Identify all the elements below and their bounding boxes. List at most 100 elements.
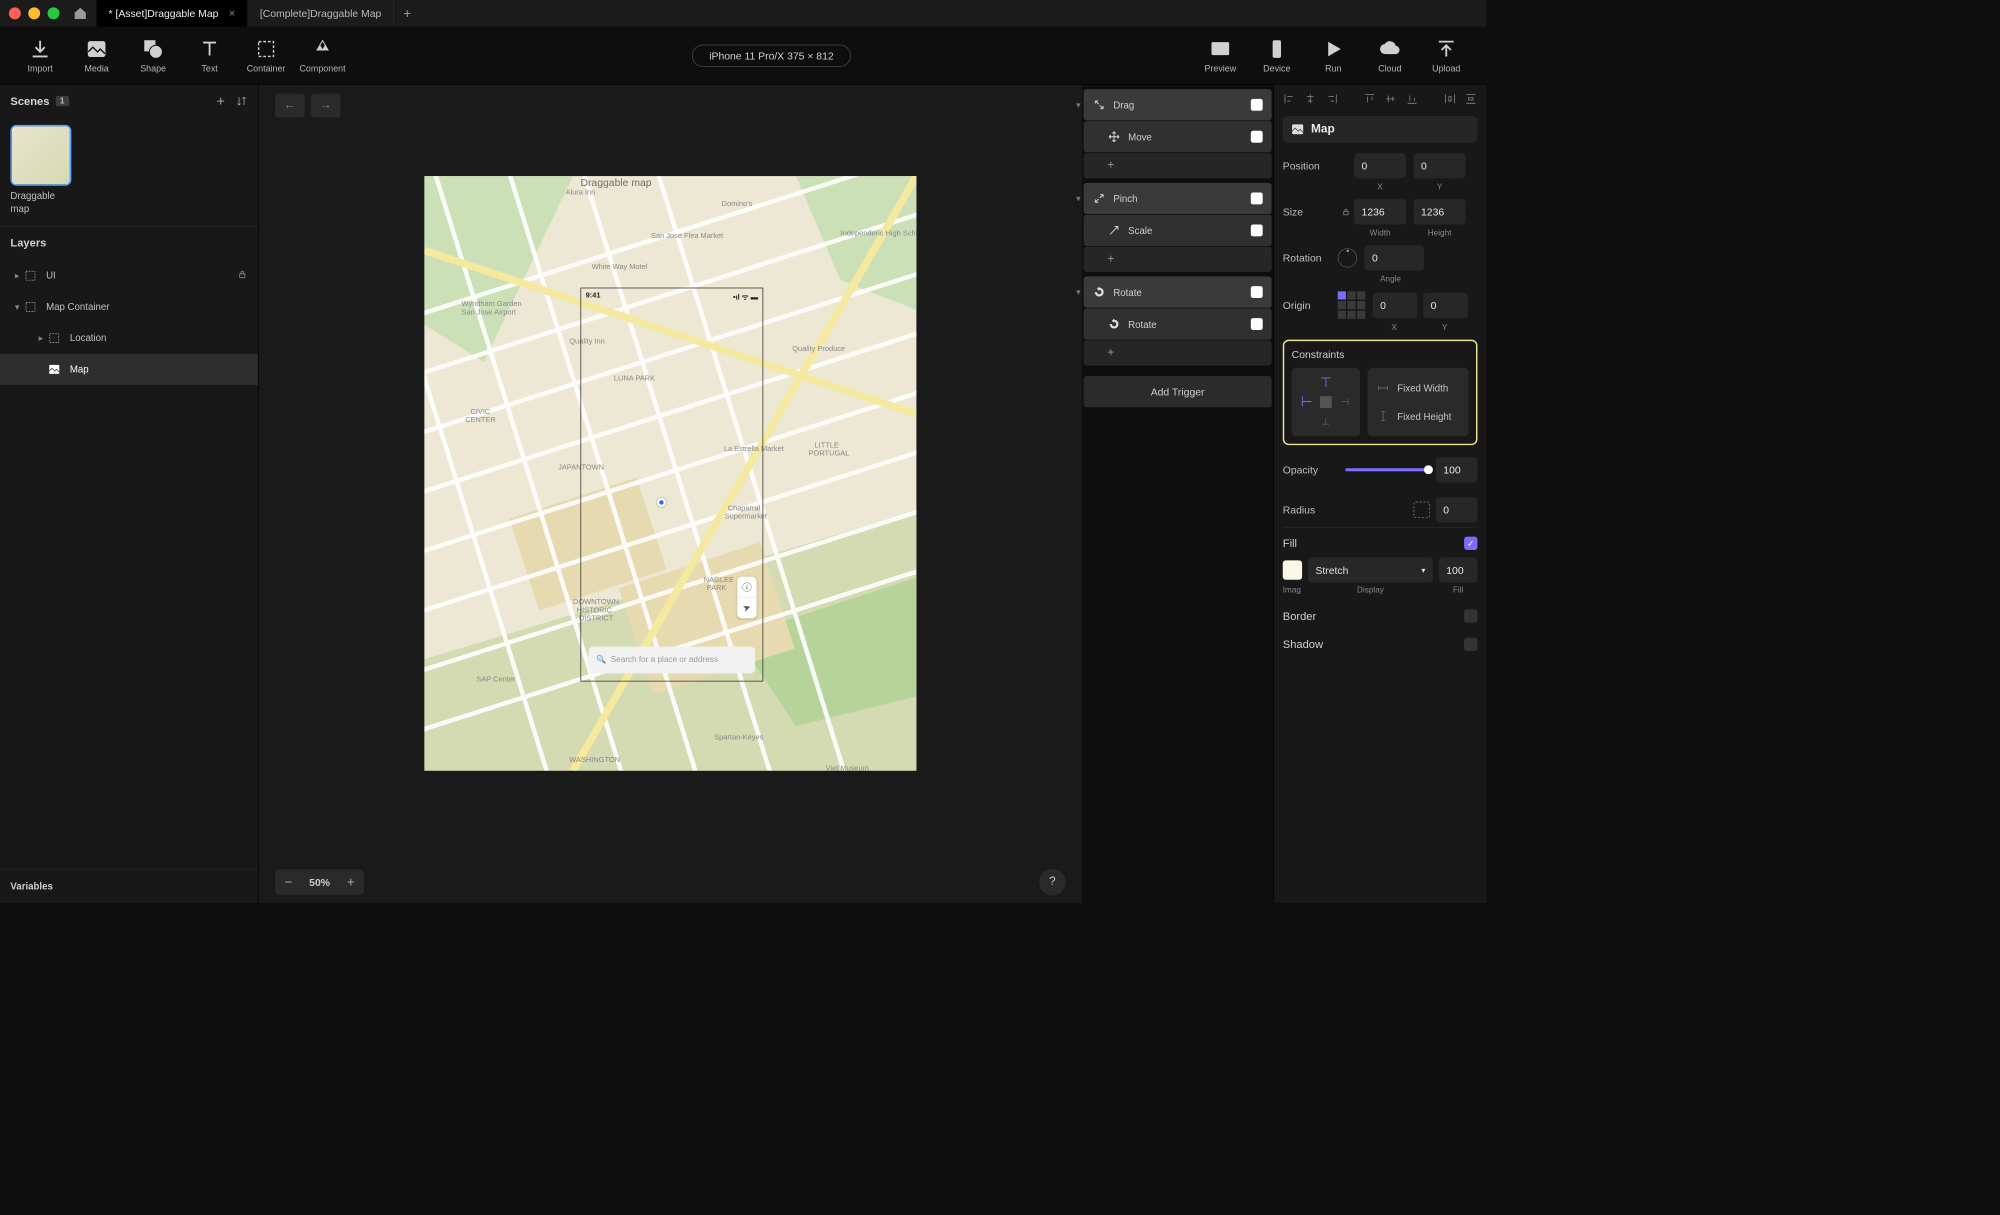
scenes-count: 1: [55, 96, 68, 106]
border-enabled-checkbox[interactable]: [1464, 609, 1477, 622]
close-window-icon[interactable]: [9, 7, 21, 19]
origin-x-input[interactable]: 0: [1373, 292, 1418, 317]
action-color-swatch[interactable]: [1251, 131, 1263, 143]
trigger-pinch[interactable]: ▾Pinch: [1084, 183, 1272, 214]
tab-complete-draggable-map[interactable]: [Complete]Draggable Map: [248, 0, 394, 27]
radius-corners-icon[interactable]: [1414, 502, 1430, 518]
sort-scenes-icon[interactable]: [236, 95, 248, 107]
layer-location[interactable]: ▸Location: [0, 322, 258, 353]
tab-asset-draggable-map[interactable]: * [Asset]Draggable Map ×: [97, 0, 248, 27]
scene-thumbnail[interactable]: Draggable map: [10, 125, 71, 216]
width-input[interactable]: 1236: [1354, 199, 1406, 224]
lock-icon[interactable]: [237, 269, 247, 282]
canvas-stage[interactable]: Alura InnDomino'sIndependenc High SchlSa…: [259, 85, 1082, 862]
canvas-layer-label: Draggable map: [580, 176, 651, 188]
svg-text:Viet Museum: Viet Museum: [826, 763, 869, 770]
action-color-swatch[interactable]: [1251, 224, 1263, 236]
fill-value-input[interactable]: 100: [1439, 557, 1478, 582]
fill-color-swatch[interactable]: [1283, 560, 1302, 579]
document-tabs: * [Asset]Draggable Map × [Complete]Dragg…: [97, 0, 421, 27]
trigger-color-swatch[interactable]: [1251, 286, 1263, 298]
add-action-button[interactable]: +: [1084, 340, 1272, 365]
action-scale[interactable]: Scale: [1084, 215, 1272, 246]
rotation-input[interactable]: 0: [1365, 245, 1424, 270]
align-center-v-icon[interactable]: [1384, 92, 1397, 105]
action-move[interactable]: Move: [1084, 121, 1272, 152]
minimize-window-icon[interactable]: [28, 7, 40, 19]
add-action-button[interactable]: +: [1084, 247, 1272, 272]
add-trigger-button[interactable]: Add Trigger: [1084, 376, 1272, 407]
inspector-panel: Map Position00 XY Size12361236 WidthHeig…: [1274, 85, 1487, 903]
run-button[interactable]: Run: [1305, 38, 1361, 74]
help-button[interactable]: ?: [1039, 869, 1066, 896]
shape-button[interactable]: Shape: [125, 38, 181, 74]
map-search-input[interactable]: 🔍 Search for a place or address: [589, 646, 755, 673]
trigger-drag[interactable]: ▾Drag: [1084, 89, 1272, 120]
shadow-enabled-checkbox[interactable]: [1464, 638, 1477, 651]
shadow-section-title: Shadow: [1283, 638, 1323, 651]
align-right-icon[interactable]: [1325, 92, 1338, 105]
preview-button[interactable]: Preview: [1192, 38, 1248, 74]
zoom-out-button[interactable]: −: [275, 870, 302, 895]
tab-label: [Complete]Draggable Map: [260, 7, 381, 19]
fullscreen-window-icon[interactable]: [48, 7, 60, 19]
search-placeholder: Search for a place or address: [611, 655, 718, 664]
add-tab-button[interactable]: +: [394, 0, 421, 27]
info-button[interactable]: ⓘ: [737, 576, 756, 597]
opacity-input[interactable]: 100: [1436, 457, 1478, 482]
radius-input[interactable]: 0: [1436, 497, 1478, 522]
container-button[interactable]: Container: [238, 38, 294, 74]
fixed-width-toggle[interactable]: Fixed Width: [1376, 381, 1459, 394]
layer-map-container[interactable]: ▾Map Container: [0, 291, 258, 322]
layer-ui[interactable]: ▸UI: [0, 260, 258, 291]
home-icon[interactable]: [73, 6, 88, 21]
position-x-input[interactable]: 0: [1354, 153, 1406, 178]
zoom-in-button[interactable]: +: [337, 870, 364, 895]
import-button[interactable]: Import: [12, 38, 68, 74]
distribute-v-icon[interactable]: [1464, 92, 1477, 105]
align-top-icon[interactable]: [1363, 92, 1376, 105]
status-bar: 9:41•ıl ᯤ ▬: [586, 291, 758, 301]
svg-text:San Jose Flea Market: San Jose Flea Market: [651, 230, 723, 239]
text-button[interactable]: Text: [181, 38, 237, 74]
inspector-title: Map: [1283, 116, 1478, 143]
add-scene-icon[interactable]: [215, 95, 227, 107]
canvas-forward-button[interactable]: →: [311, 94, 341, 118]
opacity-slider[interactable]: [1345, 468, 1428, 471]
zoom-level[interactable]: 50%: [302, 876, 338, 888]
size-lock-icon[interactable]: [1338, 207, 1354, 216]
fill-enabled-checkbox[interactable]: ✓: [1464, 537, 1477, 550]
device-selector[interactable]: iPhone 11 Pro/X 375 × 812: [692, 44, 851, 66]
align-center-h-icon[interactable]: [1304, 92, 1317, 105]
constraints-pin-grid[interactable]: ⊤⊢⊣⊥: [1292, 368, 1360, 436]
close-icon[interactable]: ×: [229, 7, 236, 20]
upload-button[interactable]: Upload: [1418, 38, 1474, 74]
trigger-color-swatch[interactable]: [1251, 99, 1263, 111]
action-rotate[interactable]: Rotate: [1084, 308, 1272, 339]
fixed-height-toggle[interactable]: Fixed Height: [1376, 410, 1459, 423]
canvas-back-button[interactable]: ←: [275, 94, 305, 118]
trigger-rotate[interactable]: ▾Rotate: [1084, 276, 1272, 307]
map-layer[interactable]: Alura InnDomino'sIndependenc High SchlSa…: [424, 176, 916, 771]
add-action-button[interactable]: +: [1084, 153, 1272, 178]
align-bottom-icon[interactable]: [1405, 92, 1418, 105]
fill-display-select[interactable]: Stretch▾: [1308, 557, 1433, 582]
action-color-swatch[interactable]: [1251, 318, 1263, 330]
svg-text:San Jose Airport: San Jose Airport: [462, 307, 516, 316]
layer-map[interactable]: Map: [0, 354, 258, 385]
device-button[interactable]: Device: [1249, 38, 1305, 74]
component-button[interactable]: Component: [294, 38, 350, 74]
cloud-button[interactable]: Cloud: [1362, 38, 1418, 74]
svg-text:WASHINGTON: WASHINGTON: [569, 754, 620, 763]
height-input[interactable]: 1236: [1414, 199, 1466, 224]
origin-picker[interactable]: [1338, 291, 1365, 318]
position-y-input[interactable]: 0: [1414, 153, 1466, 178]
rotation-dial[interactable]: [1338, 248, 1357, 267]
align-left-icon[interactable]: [1283, 92, 1296, 105]
trigger-color-swatch[interactable]: [1251, 192, 1263, 204]
media-button[interactable]: Media: [68, 38, 124, 74]
compass-button[interactable]: ➤: [734, 594, 759, 620]
distribute-h-icon[interactable]: [1443, 92, 1456, 105]
origin-y-input[interactable]: 0: [1423, 292, 1468, 317]
variables-section[interactable]: Variables: [0, 869, 258, 903]
